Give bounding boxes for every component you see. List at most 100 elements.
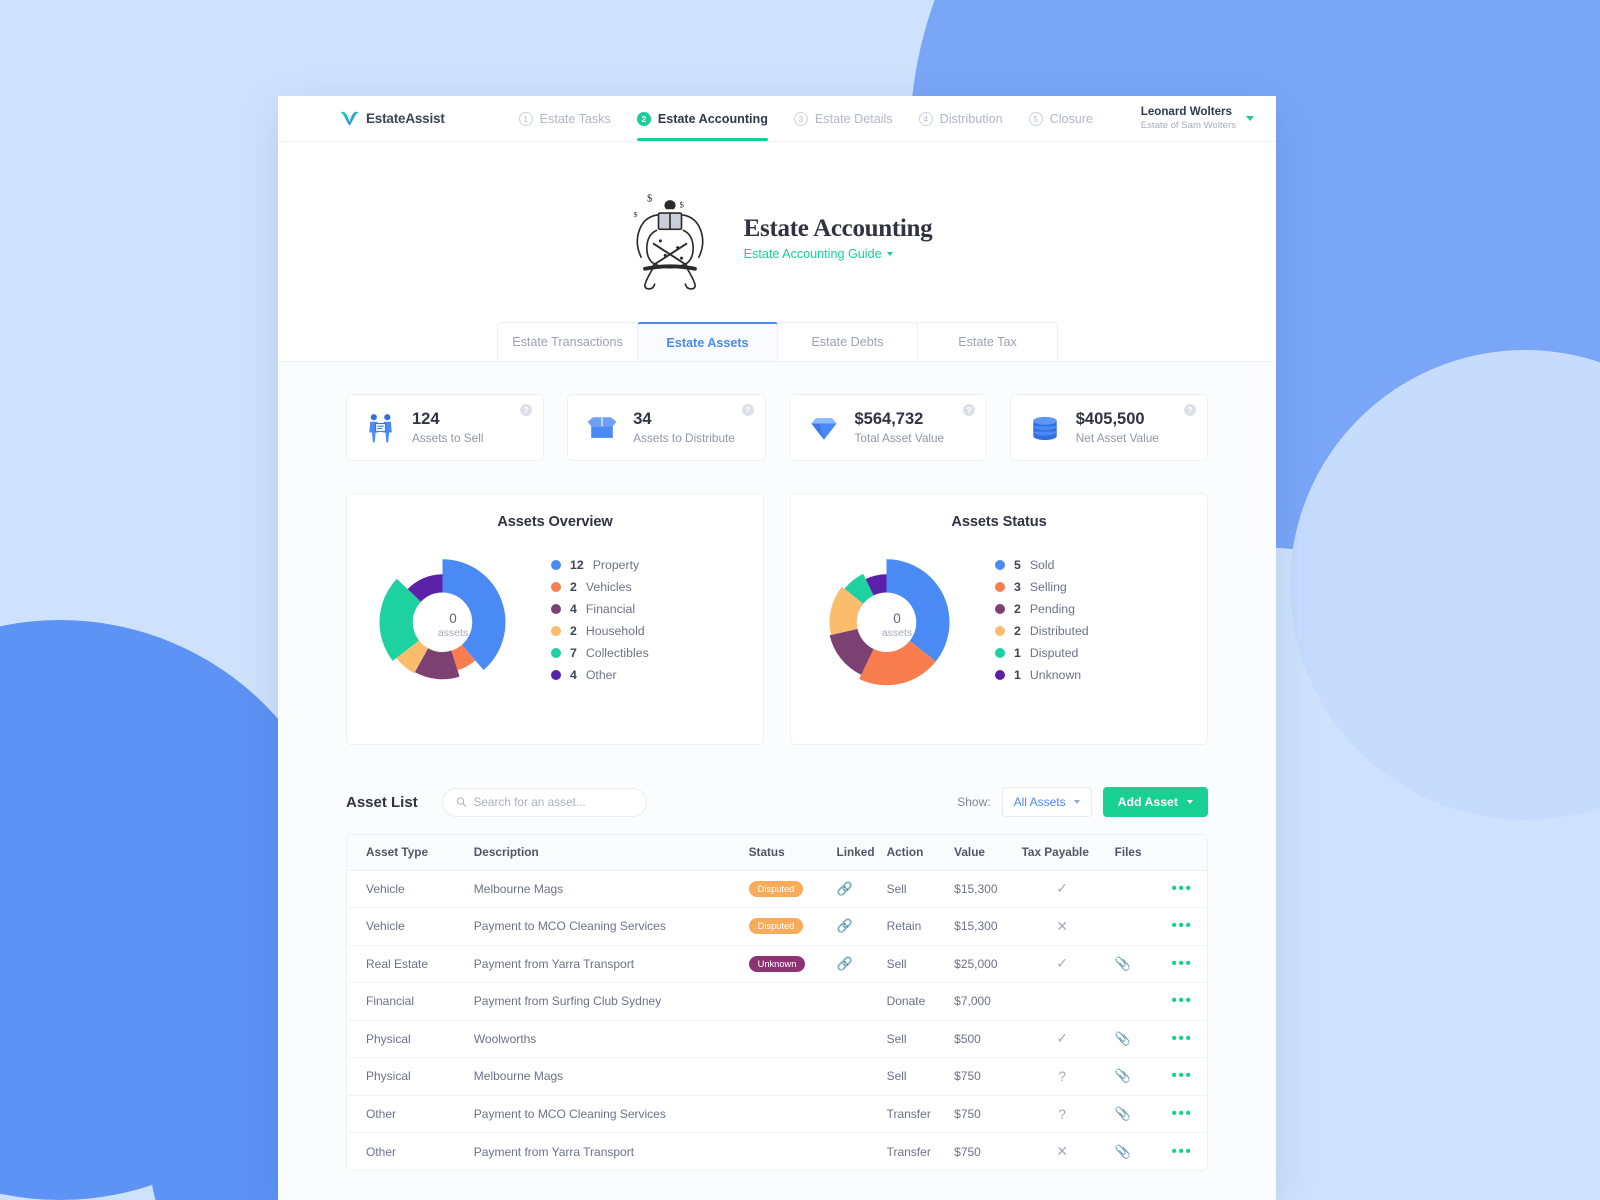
legend-item[interactable]: 4 Other xyxy=(551,664,649,686)
tab-estate-tax[interactable]: Estate Tax xyxy=(917,322,1058,361)
cell-description: Woolworths xyxy=(467,1020,743,1058)
donut-segment[interactable] xyxy=(886,559,950,662)
legend-item[interactable]: 12 Property xyxy=(551,554,649,576)
column-header-action[interactable]: Action xyxy=(880,835,949,871)
more-options-icon[interactable]: ••• xyxy=(1171,880,1192,897)
table-row[interactable]: Other Payment from Yarra Transport Transfe… xyxy=(347,1133,1207,1171)
legend-color-dot xyxy=(551,560,561,570)
asset-list-controls: Show: All Assets Add Asset xyxy=(957,787,1208,817)
link-icon[interactable]: 🔗 xyxy=(837,881,853,897)
table-row[interactable]: Physical Woolworths Sell $500 ✓ 📎 ••• xyxy=(347,1020,1207,1058)
column-header-status[interactable]: Status xyxy=(742,835,831,871)
link-icon[interactable]: 🔗 xyxy=(837,918,853,934)
legend-item[interactable]: 1 Disputed xyxy=(995,642,1089,664)
cell-files[interactable]: 📎 xyxy=(1108,1057,1157,1096)
asset-list-header: Asset List Show: All Assets Add Asset xyxy=(278,745,1276,817)
table-row[interactable]: Vehicle Melbourne Mags Disputed 🔗 Sell $15,30… xyxy=(347,870,1207,908)
cell-linked[interactable]: 🔗 xyxy=(830,945,881,983)
cell-row-actions[interactable]: ••• xyxy=(1156,945,1207,983)
guide-link[interactable]: Estate Accounting Guide xyxy=(744,247,933,261)
step-estate-tasks[interactable]: 1 Estate Tasks xyxy=(518,96,611,141)
legend-item[interactable]: 3 Selling xyxy=(995,576,1089,598)
step-closure[interactable]: 5 Closure xyxy=(1028,96,1094,141)
cell-row-actions[interactable]: ••• xyxy=(1157,1133,1207,1171)
more-options-icon[interactable]: ••• xyxy=(1171,992,1192,1009)
cell-linked xyxy=(830,1020,881,1058)
table-row[interactable]: Vehicle Payment to MCO Cleaning Services D… xyxy=(347,907,1207,946)
cell-files[interactable]: 📎 xyxy=(1109,1133,1157,1171)
user-menu[interactable]: Leonard Wolters Estate of Sam Wolters xyxy=(1141,105,1254,132)
cell-row-actions[interactable]: ••• xyxy=(1156,907,1207,946)
more-options-icon[interactable]: ••• xyxy=(1171,1143,1192,1160)
table-row[interactable]: Physical Melbourne Mags Sell $750? 📎 ••• xyxy=(347,1057,1207,1096)
cell-row-actions[interactable]: ••• xyxy=(1156,982,1207,1021)
attachment-icon[interactable]: 📎 xyxy=(1115,1068,1131,1084)
add-asset-button[interactable]: Add Asset xyxy=(1102,787,1208,817)
legend-item[interactable]: 2 Distributed xyxy=(995,620,1089,642)
legend-value: 4 xyxy=(570,602,577,616)
help-icon[interactable]: ? xyxy=(1184,404,1196,416)
legend-label: Financial xyxy=(585,602,636,616)
column-header-value[interactable]: Value xyxy=(948,835,1016,871)
link-icon[interactable]: 🔗 xyxy=(837,956,853,972)
legend-item[interactable]: 5 Sold xyxy=(995,554,1089,576)
search-input[interactable] xyxy=(473,795,633,809)
more-options-icon[interactable]: ••• xyxy=(1171,1030,1192,1047)
attachment-icon[interactable]: 📎 xyxy=(1115,956,1131,972)
more-options-icon[interactable]: ••• xyxy=(1171,1067,1192,1084)
table-row[interactable]: Other Payment to MCO Cleaning Services Tra… xyxy=(347,1095,1207,1133)
filter-select-all-assets[interactable]: All Assets xyxy=(1001,787,1092,817)
legend-item[interactable]: 7 Collectibles xyxy=(551,642,649,664)
step-estate-details[interactable]: 3 Estate Details xyxy=(793,96,893,141)
stat-card-total-asset-value: $564,732 Total Asset Value ? xyxy=(788,394,987,461)
cell-row-actions[interactable]: ••• xyxy=(1156,1095,1207,1133)
cell-files[interactable]: 📎 xyxy=(1108,1095,1157,1133)
cell-row-actions[interactable]: ••• xyxy=(1156,1057,1207,1096)
step-label: Estate Details xyxy=(814,111,893,126)
tab-estate-assets[interactable]: Estate Assets xyxy=(637,322,778,361)
table-row[interactable]: Financial Payment from Surfing Club Sydne… xyxy=(347,982,1207,1021)
tab-estate-transactions[interactable]: Estate Transactions xyxy=(497,322,638,361)
column-header-tax-payable[interactable]: Tax Payable xyxy=(1015,835,1109,871)
cell-files[interactable]: 📎 xyxy=(1108,945,1157,983)
legend-item[interactable]: 4 Financial xyxy=(551,598,649,620)
cell-files[interactable]: 📎 xyxy=(1108,1020,1157,1058)
cell-row-actions[interactable]: ••• xyxy=(1156,1020,1207,1058)
step-estate-accounting[interactable]: 2 Estate Accounting xyxy=(636,96,769,141)
more-options-icon[interactable]: ••• xyxy=(1171,955,1192,972)
more-options-icon[interactable]: ••• xyxy=(1171,917,1192,934)
legend-item[interactable]: 2 Household xyxy=(551,620,649,642)
stat-value: $405,500 xyxy=(1075,410,1145,429)
search-box[interactable] xyxy=(441,787,647,817)
legend-item[interactable]: 2 Vehicles xyxy=(551,576,649,598)
legend-item[interactable]: 2 Pending xyxy=(995,598,1089,620)
cell-files xyxy=(1108,870,1157,908)
help-icon[interactable]: ? xyxy=(520,404,533,416)
person-reading-book-with-money-illustration: $ $ $ xyxy=(633,194,704,290)
brand-logo[interactable]: EstateAssist xyxy=(340,111,445,126)
column-header-asset-type[interactable]: Asset Type xyxy=(347,835,468,871)
help-icon[interactable]: ? xyxy=(962,404,975,416)
legend-item[interactable]: 1 Unknown xyxy=(995,664,1089,686)
column-header-linked[interactable]: Linked xyxy=(830,835,881,871)
cell-files xyxy=(1108,982,1157,1021)
cell-linked[interactable]: 🔗 xyxy=(830,907,881,946)
cell-linked[interactable]: 🔗 xyxy=(830,870,881,908)
more-options-icon[interactable]: ••• xyxy=(1171,1105,1192,1122)
column-header-files[interactable]: Files xyxy=(1108,835,1157,871)
column-header-description[interactable]: Description xyxy=(467,835,743,871)
step-distribution[interactable]: 4 Distribution xyxy=(918,96,1003,141)
user-name: Leonard Wolters xyxy=(1140,105,1232,118)
attachment-icon[interactable]: 📎 xyxy=(1115,1031,1131,1047)
table-row[interactable]: Real Estate Payment from Yarra Transport U… xyxy=(347,945,1207,983)
attachment-icon[interactable]: 📎 xyxy=(1115,1144,1131,1160)
help-icon[interactable]: ? xyxy=(741,404,754,416)
legend-value: 7 xyxy=(570,646,577,660)
step-label: Closure xyxy=(1049,111,1094,126)
cell-row-actions[interactable]: ••• xyxy=(1156,870,1207,908)
tab-estate-debts[interactable]: Estate Debts xyxy=(777,322,918,361)
attachment-icon[interactable]: 📎 xyxy=(1115,1106,1131,1122)
stat-value: $564,732 xyxy=(854,410,924,429)
legend-value: 3 xyxy=(1014,580,1021,594)
brand-name: EstateAssist xyxy=(366,111,445,126)
